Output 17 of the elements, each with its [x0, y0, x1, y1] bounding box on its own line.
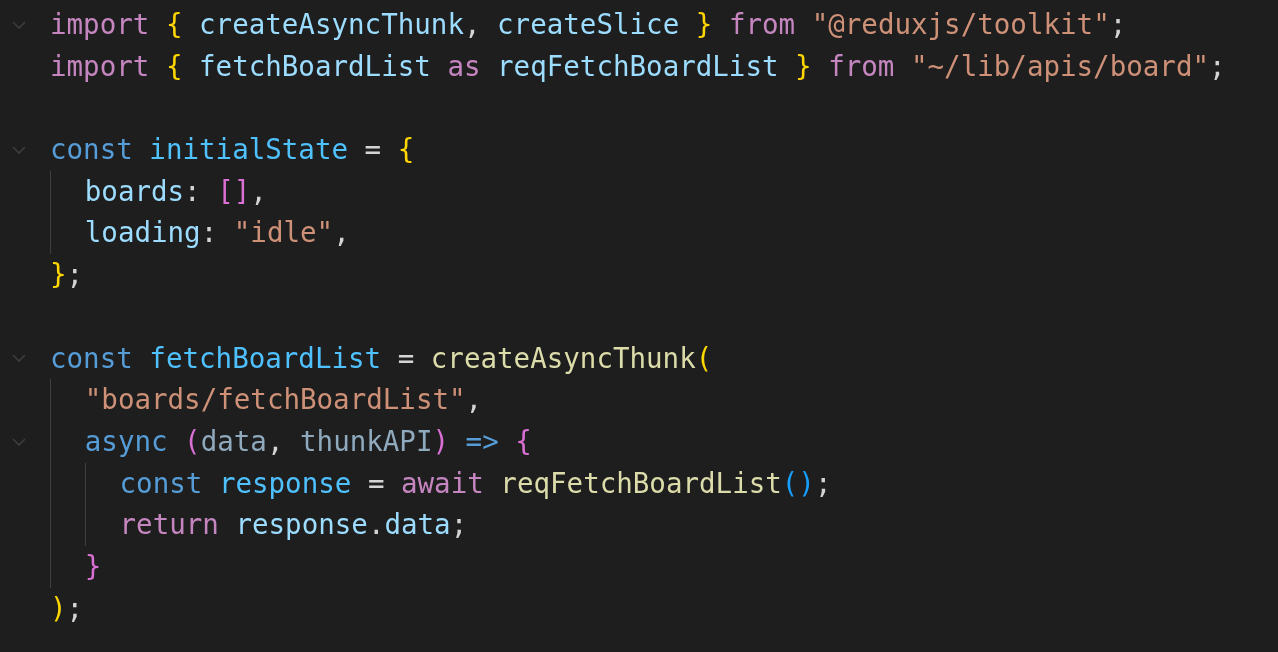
code-line: const fetchBoardList = createAsyncThunk( — [50, 340, 713, 376]
code-line: const initialState = { — [50, 132, 415, 168]
chevron-down-icon[interactable] — [11, 144, 27, 155]
code-line: } — [84, 548, 102, 584]
code-line: loading: "idle", — [84, 215, 350, 251]
code-line: import { fetchBoardList as reqFetchBoardList } from "~/lib/apis/board"; — [50, 48, 1226, 84]
code-line: const response = await reqFetchBoardList(); — [119, 465, 832, 501]
code-line: boards: [], — [84, 173, 267, 209]
code-line: }; — [50, 257, 84, 293]
code-line: "boards/fetchBoardList", — [84, 382, 483, 418]
chevron-down-icon[interactable] — [11, 353, 27, 364]
code-line: import { createAsyncThunk, createSlice } from "@reduxjs/toolkit"; — [50, 7, 1127, 42]
chevron-down-icon[interactable] — [11, 436, 27, 447]
code-line: async (data, thunkAPI) => { — [84, 423, 532, 459]
code-line: ); — [50, 590, 84, 626]
chevron-down-icon[interactable] — [11, 19, 27, 30]
code-line: return response.data; — [119, 507, 468, 543]
